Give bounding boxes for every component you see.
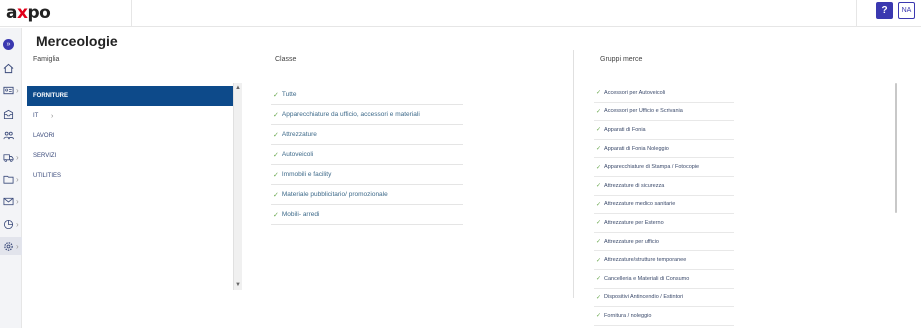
check-icon: ✓	[273, 171, 279, 179]
famiglia-header: Famiglia	[33, 56, 60, 63]
classe-item[interactable]: ✓ Autoveicoli	[271, 145, 463, 165]
famiglia-item-servizi[interactable]: SERVIZI	[27, 146, 233, 166]
chevron-right-icon: ›	[16, 174, 19, 184]
nav-logistics[interactable]: ›	[0, 148, 22, 166]
gruppo-item[interactable]: ✓ Attrezzature/strutture temporanee	[594, 251, 734, 270]
logo-part-a: a	[6, 3, 17, 23]
mail-icon	[3, 197, 14, 205]
chart-icon	[3, 219, 14, 229]
nav-registry[interactable]: ›	[0, 81, 22, 99]
chevron-right-icon: ›	[16, 85, 19, 95]
check-icon: ✓	[596, 146, 602, 153]
nav-documents[interactable]: ›	[0, 170, 22, 188]
scroll-up-icon[interactable]: ▲	[235, 85, 241, 91]
gruppo-item[interactable]: ✓ Apparati di Fonia Noleggio	[594, 140, 734, 159]
page-title: Merceologie	[36, 33, 118, 49]
classe-item[interactable]: ✓ Tutte	[271, 85, 463, 105]
truck-icon	[3, 153, 14, 162]
gruppo-item[interactable]: ✓ Attrezzature per Esterno	[594, 214, 734, 233]
nav-inbox[interactable]	[0, 105, 22, 123]
id-card-icon	[3, 86, 14, 94]
check-icon: ✓	[596, 257, 602, 264]
top-bar: axpo ? NA	[0, 0, 921, 27]
classe-list: ✓ Tutte ✓ Apparecchiature da ufficio, acce…	[271, 85, 463, 225]
check-icon: ✓	[596, 239, 602, 246]
check-icon: ✓	[596, 201, 602, 208]
side-nav: » › › › › › ›	[0, 28, 22, 328]
famiglia-item-utilities[interactable]: UTILITIES	[27, 166, 233, 186]
people-icon	[3, 131, 14, 139]
check-icon: ✓	[273, 191, 279, 199]
home-icon	[3, 63, 14, 73]
check-icon: ✓	[273, 111, 279, 119]
gruppo-item[interactable]: ✓ Attrezzature medico sanitarie	[594, 196, 734, 215]
check-icon: ✓	[596, 294, 602, 301]
famiglia-item-forniture[interactable]: FORNITURE	[27, 86, 240, 106]
expand-icon: »	[3, 38, 14, 50]
chevron-right-icon: ›	[16, 152, 19, 162]
nav-settings[interactable]: ›	[0, 237, 22, 255]
nav-messages[interactable]: ›	[0, 192, 22, 210]
famiglia-scrollbar[interactable]: ▲ ▼	[233, 83, 242, 290]
gear-icon	[4, 241, 13, 251]
classe-item[interactable]: ✓ Apparecchiature da ufficio, accessori e…	[271, 105, 463, 125]
inbox-icon	[3, 109, 14, 119]
check-icon: ✓	[596, 90, 602, 97]
gruppo-item[interactable]: ✓ Fornitura / noleggio	[594, 307, 734, 326]
nav-reports[interactable]: ›	[0, 215, 22, 233]
famiglia-item-lavori[interactable]: LAVORI	[27, 126, 233, 146]
header-divider	[131, 0, 132, 27]
gruppo-item[interactable]: ✓ Accessori per Ufficio e Scrivania	[594, 103, 734, 122]
axpo-logo[interactable]: axpo	[6, 3, 51, 23]
famiglia-item-it[interactable]: IT ›	[27, 106, 233, 126]
gruppi-header: Gruppi merce	[600, 56, 643, 63]
check-icon: ✓	[596, 108, 602, 115]
header-divider	[856, 0, 857, 27]
gruppo-item[interactable]: ✓ Attrezzature per ufficio	[594, 233, 734, 252]
check-icon: ✓	[273, 151, 279, 159]
gruppo-item[interactable]: ✓ Apparecchiature di Stampa / Fotocopie	[594, 158, 734, 177]
gruppo-item[interactable]: ✓ Accessori per Autoveicoli	[594, 84, 734, 103]
gruppi-list: ✓ Accessori per Autoveicoli ✓ Accessori pe…	[594, 84, 734, 326]
check-icon: ✓	[596, 220, 602, 227]
check-icon: ✓	[596, 276, 602, 283]
help-button[interactable]: ?	[876, 2, 893, 19]
check-icon: ✓	[596, 183, 602, 190]
famiglia-list: FORNITURE IT › LAVORI SERVIZI UTILITIES	[27, 86, 240, 186]
chevron-right-icon: ›	[16, 219, 19, 229]
check-icon: ✓	[273, 91, 279, 99]
gruppo-item[interactable]: ✓ Apparati di Fonia	[594, 121, 734, 140]
nav-suppliers[interactable]	[0, 126, 22, 144]
classe-item[interactable]: ✓ Materiale pubblicitario/ promozionale	[271, 185, 463, 205]
gruppi-scrollbar[interactable]	[895, 83, 897, 213]
scroll-down-icon[interactable]: ▼	[235, 282, 241, 288]
gruppo-item[interactable]: ✓ Dispositivi Antincendio / Estintori	[594, 289, 734, 308]
gruppo-item[interactable]: ✓ Attrezzature di sicurezza	[594, 177, 734, 196]
chevron-right-icon: ›	[51, 112, 54, 120]
folder-icon	[3, 175, 14, 184]
chevron-right-icon: ›	[16, 241, 19, 251]
chevron-right-icon: ›	[16, 196, 19, 206]
column-divider	[573, 50, 574, 298]
classe-item[interactable]: ✓ Attrezzature	[271, 125, 463, 145]
classe-item[interactable]: ✓ Immobili e facility	[271, 165, 463, 185]
check-icon: ✓	[596, 127, 602, 134]
check-icon: ✓	[273, 131, 279, 139]
classe-header: Classe	[275, 56, 297, 63]
check-icon: ✓	[273, 211, 279, 219]
check-icon: ✓	[596, 164, 602, 171]
expand-nav-button[interactable]: »	[0, 35, 22, 53]
check-icon: ✓	[596, 313, 602, 320]
classe-item[interactable]: ✓ Mobili- arredi	[271, 205, 463, 225]
logo-part-po: po	[27, 3, 51, 23]
logo-part-x: x	[16, 3, 28, 23]
gruppo-item[interactable]: ✓ Cancelleria e Materiali di Consumo	[594, 270, 734, 289]
nav-home[interactable]	[0, 59, 22, 77]
user-avatar-button[interactable]: NA	[898, 2, 915, 19]
